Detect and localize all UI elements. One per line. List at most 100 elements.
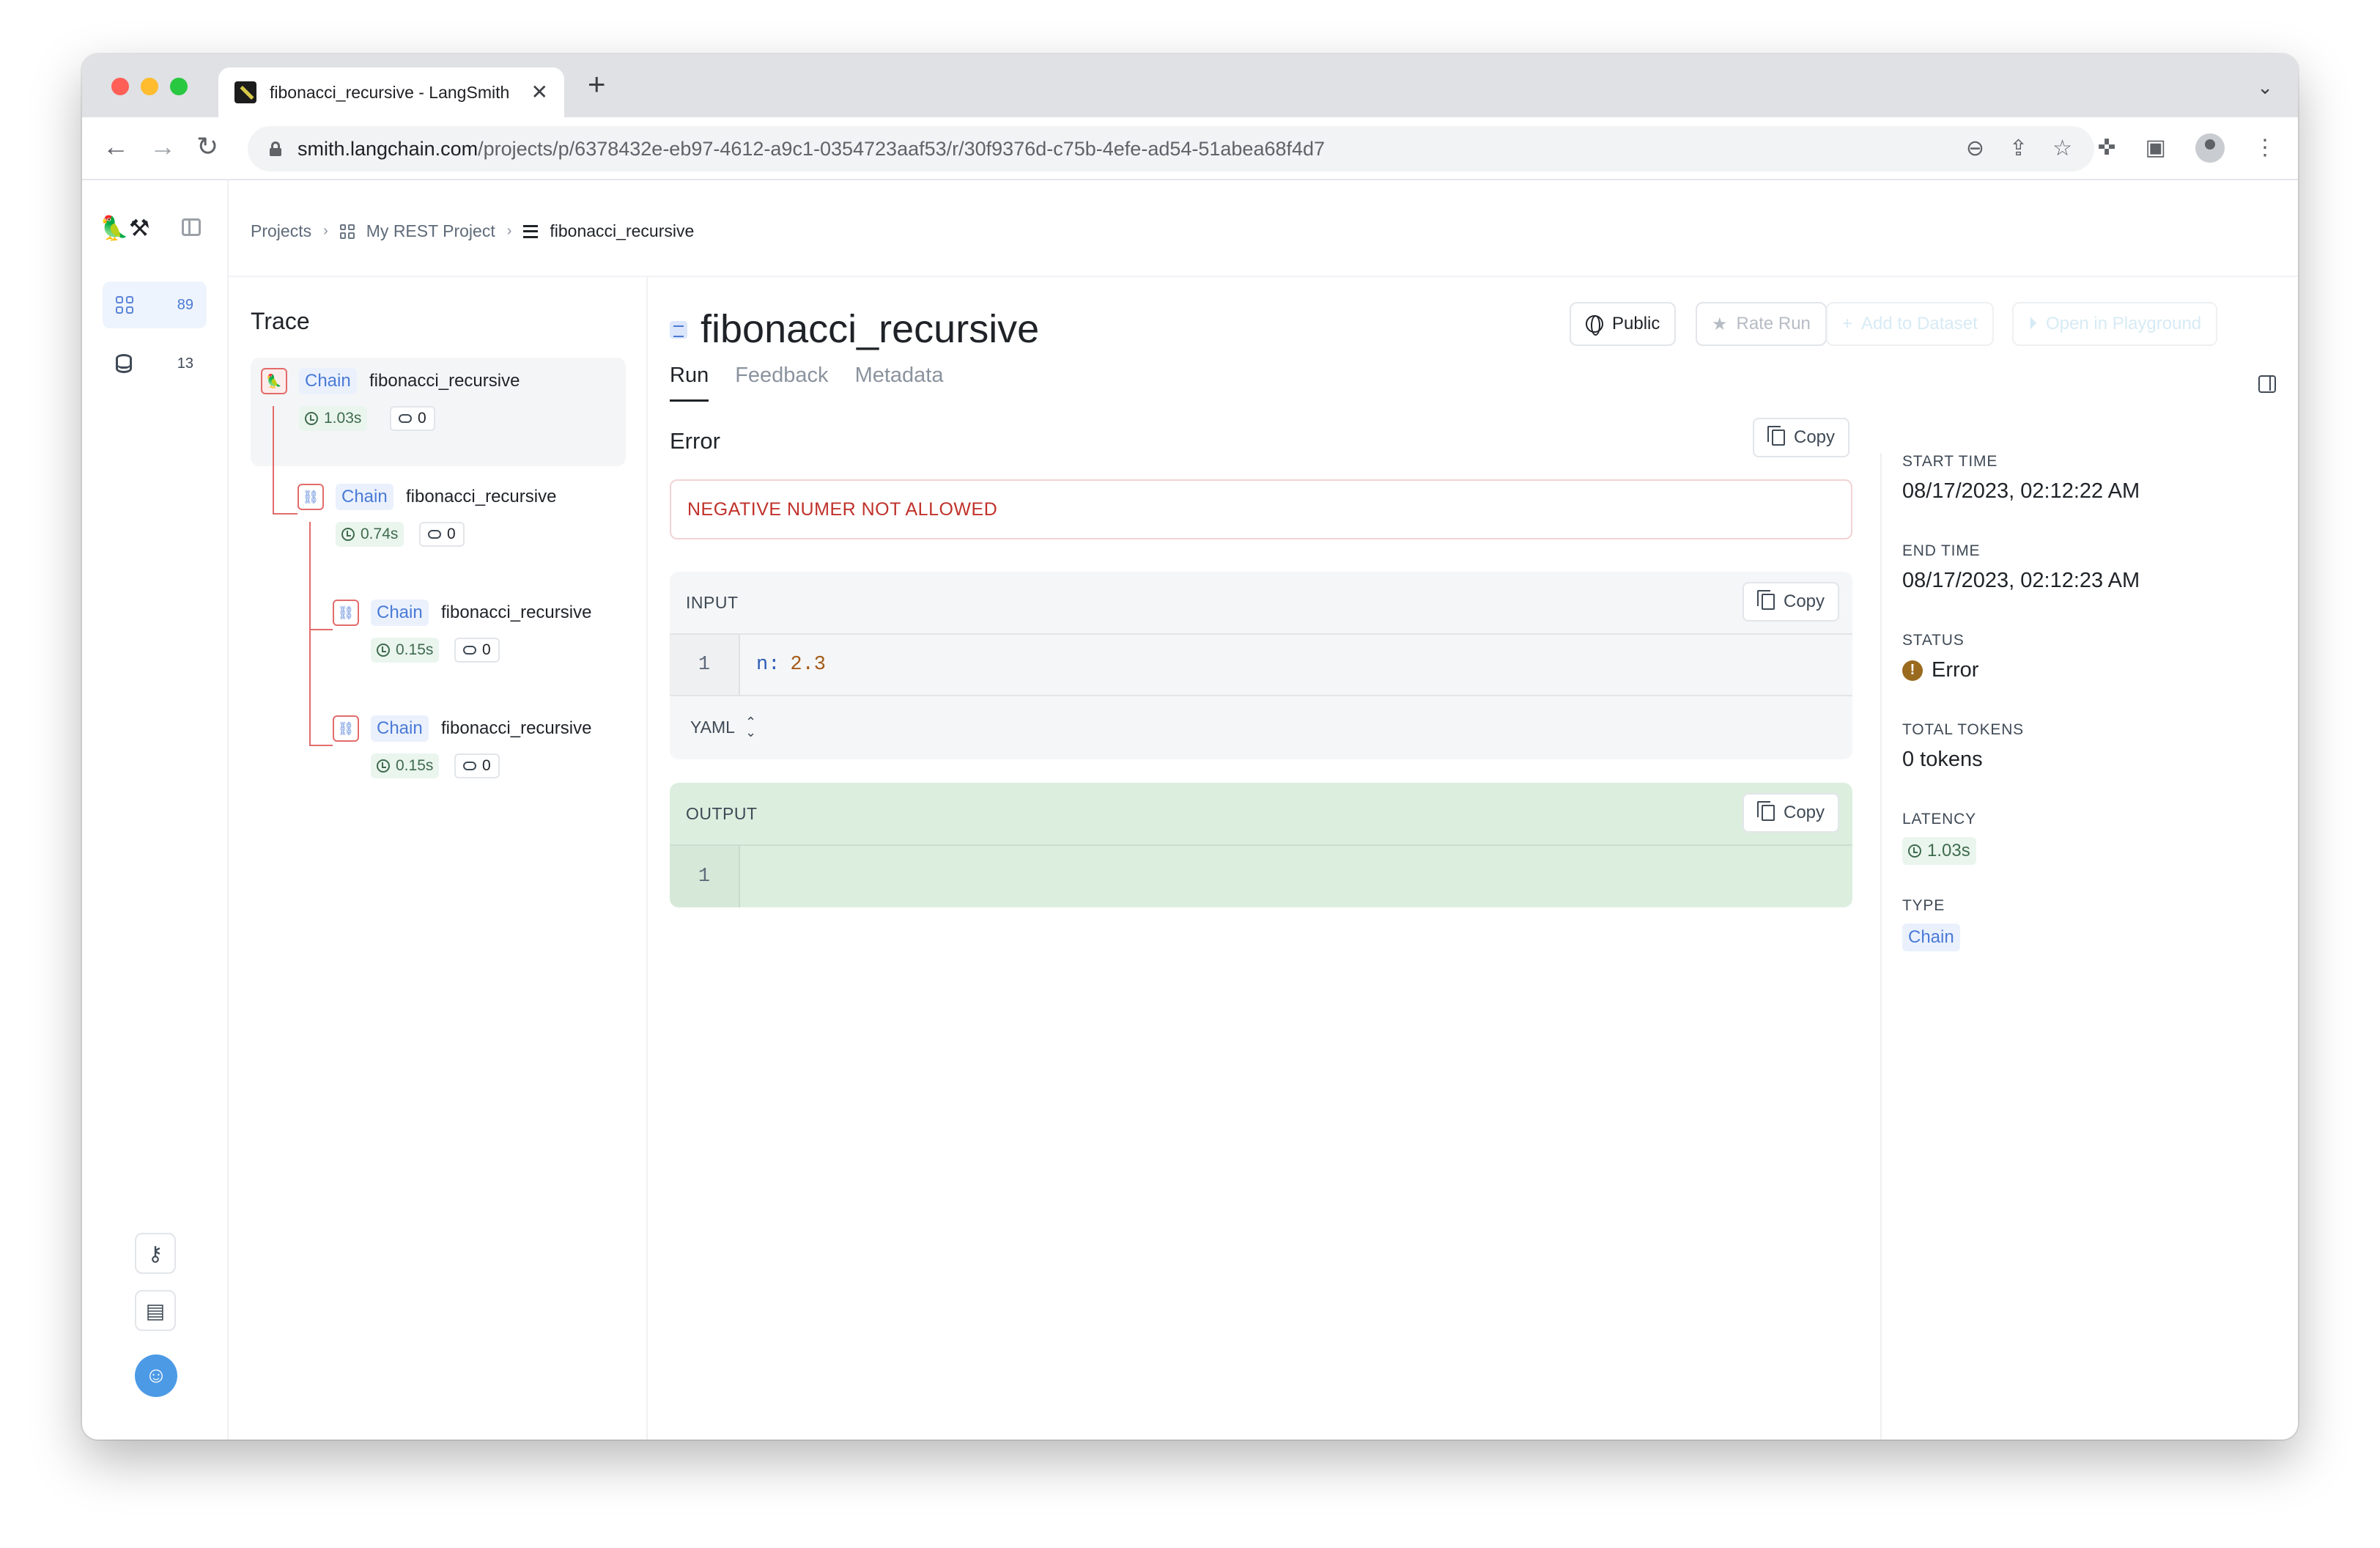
run-type-badge: Chain: [336, 484, 393, 510]
format-label: YAML: [690, 717, 735, 737]
tab-run[interactable]: Run: [670, 364, 709, 402]
run-title: fibonacci_recursive: [701, 307, 1040, 351]
format-selector[interactable]: YAML ⌃ ⌄: [670, 696, 1852, 758]
share-icon[interactable]: ⇪: [2009, 138, 2028, 160]
copy-icon: [1757, 590, 1775, 610]
trace-panel: Trace 🦜 Chain fibonacci_recursive 1.03s …: [229, 277, 648, 1440]
output-code-editor[interactable]: 1: [670, 844, 1852, 907]
run-type-badge: Chain: [371, 715, 429, 742]
copy-icon: [1757, 801, 1775, 821]
chain-node-icon: ⛓: [298, 484, 324, 510]
breadcrumb-current-run: fibonacci_recursive: [550, 221, 695, 240]
tree-connector-line: [309, 522, 311, 746]
documentation-icon[interactable]: ▤: [135, 1290, 176, 1331]
left-navigation-rail: 🦜⚒ 89 13 ⚷ ▤ ☺: [82, 180, 229, 1440]
breadcrumb-project-link[interactable]: My REST Project: [366, 221, 495, 241]
latency-chip: 1.03s: [299, 406, 368, 431]
run-type-badge: Chain: [371, 600, 429, 626]
input-block: INPUT Copy 1 n: 2.3 YAML ⌃ ⌄: [670, 572, 1852, 759]
tokens-coin-icon: [463, 646, 476, 655]
profile-avatar-icon[interactable]: [2195, 133, 2225, 163]
meta-type: TYPE Chain: [1902, 897, 1960, 951]
trace-node-root[interactable]: 🦜 Chain fibonacci_recursive 1.03s 0: [261, 368, 613, 434]
user-avatar[interactable]: ☺: [135, 1354, 177, 1397]
projects-count: 89: [177, 296, 193, 313]
chevron-up-down-icon: ⌃ ⌄: [744, 714, 757, 740]
lock-icon[interactable]: [270, 141, 281, 156]
star-icon: ★: [1712, 314, 1728, 334]
error-section-label: Error: [670, 428, 720, 454]
tokens-coin-icon: [399, 414, 412, 423]
tab-metadata[interactable]: Metadata: [855, 364, 944, 402]
line-number: 1: [670, 846, 740, 907]
copy-output-button[interactable]: Copy: [1742, 793, 1840, 833]
chain-parrot-icon: 🦜: [261, 368, 287, 394]
langsmith-logo-icon[interactable]: 🦜⚒: [100, 214, 150, 242]
line-number: 1: [670, 635, 740, 695]
status-value: Error: [1932, 658, 1979, 682]
trace-node-grandchild[interactable]: ⛓ Chain fibonacci_recursive 0.15s 0: [333, 600, 626, 666]
breadcrumb: Projects › My REST Project › fibonacci_r…: [251, 221, 694, 241]
close-tab-icon[interactable]: ✕: [531, 82, 548, 103]
add-to-dataset-button[interactable]: + Add to Dataset: [1826, 302, 1994, 346]
rate-run-button[interactable]: ★ Rate Run: [1696, 302, 1827, 346]
plus-icon: +: [1842, 314, 1853, 333]
run-list-icon: [523, 224, 539, 238]
public-button[interactable]: Public: [1570, 302, 1677, 346]
latency-chip: 1.03s: [1902, 837, 1976, 865]
clock-icon: [377, 759, 390, 773]
browser-tab-active[interactable]: fibonacci_recursive - LangSmith ✕: [218, 67, 564, 117]
run-type-badge: Chain: [299, 368, 357, 394]
trace-node-name: fibonacci_recursive: [441, 602, 592, 622]
forward-arrow-icon[interactable]: →: [149, 133, 176, 160]
browser-menu-icon[interactable]: ⋮: [2254, 137, 2276, 159]
address-bar[interactable]: smith.langchain.com/projects/p/6378432e-…: [248, 126, 2094, 172]
maximize-window-button[interactable]: [170, 78, 188, 95]
input-label: INPUT: [686, 592, 739, 612]
url-text[interactable]: smith.langchain.com/projects/p/6378432e-…: [298, 138, 1325, 161]
toggle-side-panel-icon[interactable]: [2258, 375, 2276, 393]
zoom-out-icon[interactable]: ⊖: [1966, 138, 1984, 160]
trace-node-grandchild[interactable]: ⛓ Chain fibonacci_recursive 0.15s 0: [333, 715, 626, 781]
side-panel-icon[interactable]: ▣: [2146, 137, 2166, 159]
tree-connector-line: [309, 745, 333, 746]
api-key-icon[interactable]: ⚷: [135, 1233, 176, 1274]
input-code-editor[interactable]: 1 n: 2.3: [670, 633, 1852, 696]
latency-chip: 0.15s: [371, 638, 440, 663]
meta-total-tokens: TOTAL TOKENS 0 tokens: [1902, 721, 2024, 771]
bookmark-star-icon[interactable]: ☆: [2052, 138, 2072, 160]
tab-search-chevron-down-icon[interactable]: ⌄: [2257, 76, 2273, 99]
collapse-sidebar-icon[interactable]: [182, 218, 201, 236]
extensions-puzzle-icon[interactable]: ✜: [2098, 137, 2116, 159]
copy-input-button[interactable]: Copy: [1742, 582, 1840, 622]
project-grid-icon: [339, 224, 355, 239]
meta-latency: LATENCY 1.03s: [1902, 811, 1976, 865]
copy-error-button[interactable]: Copy: [1753, 418, 1850, 457]
back-arrow-icon[interactable]: ←: [103, 133, 129, 160]
token-chip: 0: [419, 522, 465, 547]
reload-icon[interactable]: ↻: [196, 133, 218, 160]
rail-item-projects[interactable]: 89: [103, 281, 207, 328]
browser-toolbar: ← → ↻ smith.langchain.com/projects/p/637…: [82, 117, 2298, 180]
breadcrumb-projects-link[interactable]: Projects: [251, 221, 311, 241]
trace-node-child[interactable]: ⛓ Chain fibonacci_recursive 0.74s 0: [298, 484, 620, 550]
minimize-window-button[interactable]: [141, 78, 158, 95]
langsmith-app: 🦜⚒ 89 13 ⚷ ▤ ☺ Projects › My REST Projec…: [82, 180, 2298, 1440]
token-chip: 0: [454, 638, 500, 663]
output-header: OUTPUT: [670, 783, 1852, 844]
input-header: INPUT: [670, 572, 1852, 633]
tab-feedback[interactable]: Feedback: [735, 364, 828, 402]
rail-item-datasets[interactable]: 13: [103, 340, 207, 387]
close-window-button[interactable]: [111, 78, 129, 95]
new-tab-plus-icon[interactable]: +: [588, 69, 606, 100]
breadcrumb-chevron-right-icon: ›: [323, 223, 328, 239]
breadcrumb-chevron-right-icon: ›: [506, 223, 512, 239]
clock-icon: [341, 528, 355, 541]
meta-end-time: END TIME 08/17/2023, 02:12:23 AM: [1902, 542, 2140, 592]
run-tabs: Run Feedback Metadata: [670, 364, 943, 402]
play-circle-icon: ⏵: [2028, 314, 2037, 333]
open-in-playground-button[interactable]: ⏵ Open in Playground: [2012, 302, 2218, 346]
latency-chip: 0.74s: [336, 522, 404, 547]
tree-connector-line: [309, 629, 333, 630]
clock-icon: [305, 412, 318, 425]
